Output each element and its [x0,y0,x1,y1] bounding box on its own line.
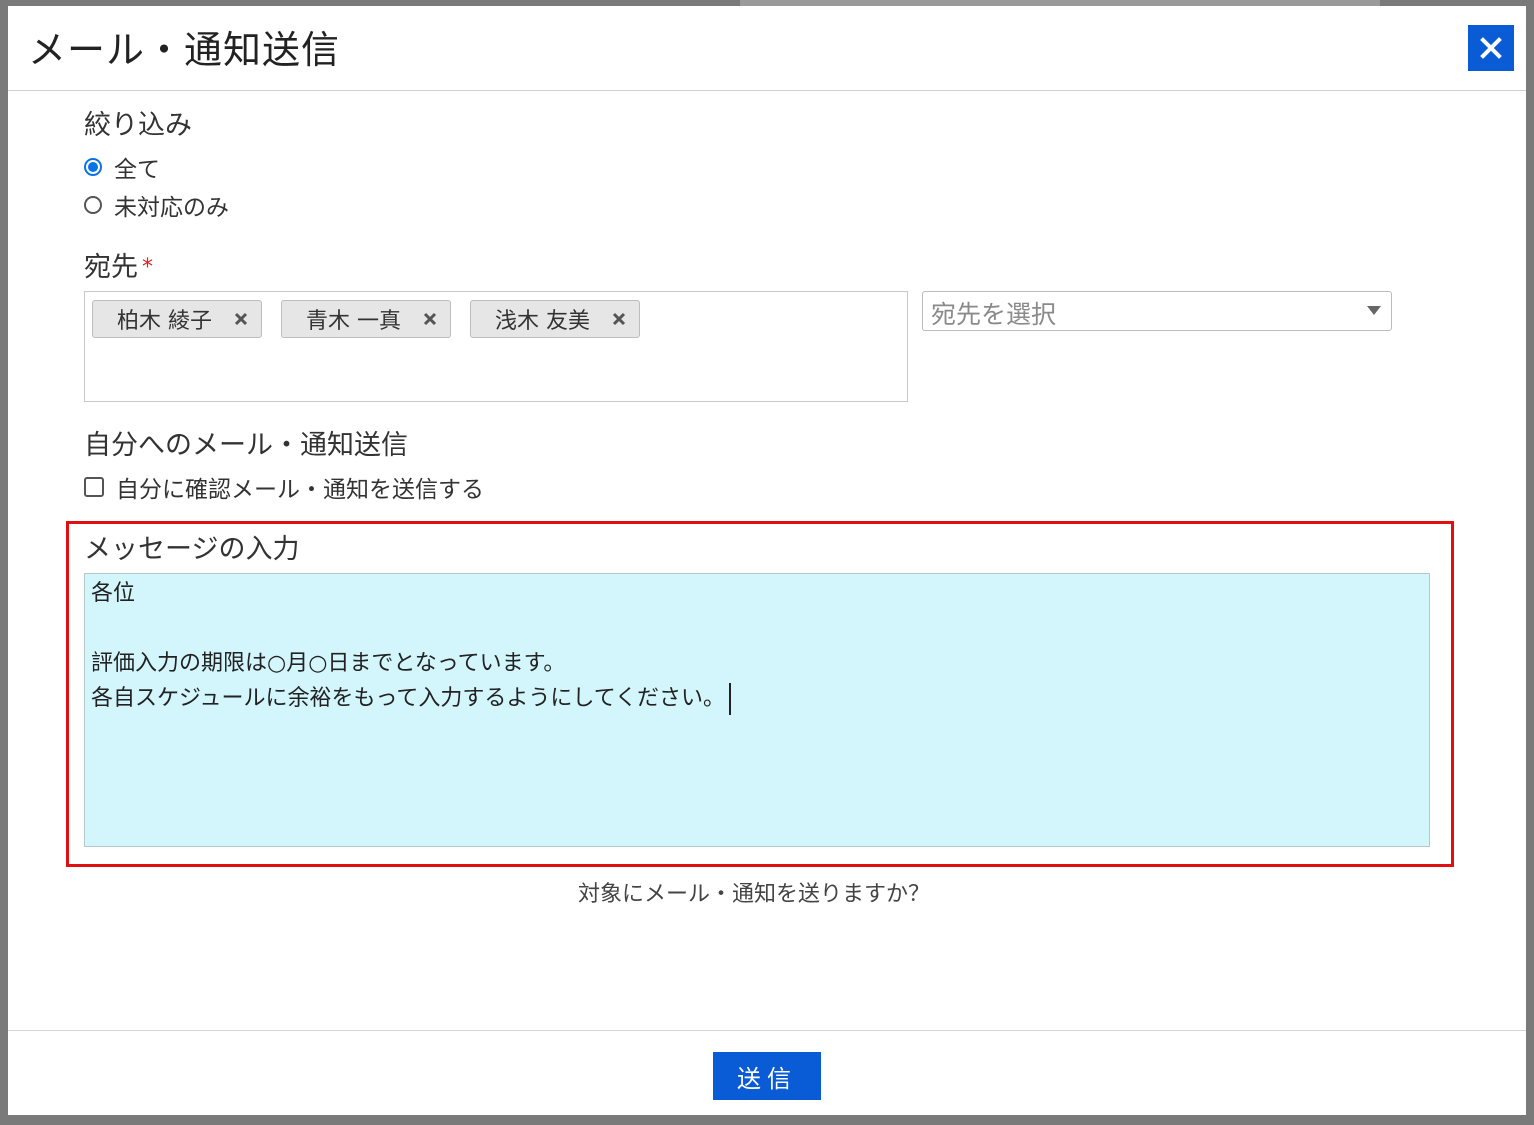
recipient-chip-label: 柏木 綾子 [117,309,212,334]
recipient-chip-label: 青木 一真 [306,309,401,334]
recipient-chip: 青木 一真 [281,300,451,338]
recipient-chip: 浅木 友美 [470,300,640,338]
close-icon [1480,37,1502,59]
radio-all[interactable] [84,158,102,176]
filter-option-unhandled[interactable]: 未対応のみ [84,190,229,221]
chevron-down-icon [1367,306,1381,315]
send-button[interactable]: 送信 [713,1052,821,1100]
message-textarea[interactable]: 各位 評価入力の期限は○月○日までとなっています。 各自スケジュールに余裕をもっ… [84,573,1430,847]
recipient-chip: 柏木 綾子 [92,300,262,338]
modal-title: メール・通知送信 [28,28,341,72]
self-notify-option[interactable]: 自分に確認メール・通知を送信する [84,472,484,503]
chip-remove-icon[interactable] [609,309,629,329]
required-mark: * [142,255,153,280]
self-notify-checkbox-label: 自分に確認メール・通知を送信する [116,477,484,503]
text-caret [729,683,732,715]
modal-footer: 送信 [8,1030,1526,1115]
filter-option-all[interactable]: 全て [84,152,160,183]
self-notify-checkbox[interactable] [84,477,104,497]
recipient-select-placeholder: 宛先を選択 [931,300,1057,329]
radio-unhandled[interactable] [84,196,102,214]
recipients-label-text: 宛先 [84,252,138,283]
message-text: 各位 評価入力の期限は○月○日までとなっています。 各自スケジュールに余裕をもっ… [91,581,726,711]
recipient-chip-label: 浅木 友美 [495,309,590,334]
self-notify-label: 自分へのメール・通知送信 [84,430,408,461]
confirm-text: 対象にメール・通知を送りますか？ [577,882,930,907]
filter-option-all-label: 全て [114,157,160,183]
recipient-select[interactable]: 宛先を選択 [922,291,1392,331]
chip-remove-icon[interactable] [420,309,440,329]
recipients-label: 宛先 * [84,251,153,285]
filter-option-unhandled-label: 未対応のみ [114,195,229,221]
filter-label: 絞り込み [84,110,192,141]
close-button[interactable] [1468,25,1514,71]
message-label: メッセージの入力 [84,534,300,565]
modal-header: メール・通知送信 [8,6,1526,91]
send-notification-modal: メール・通知送信 絞り込み 全て 未対応のみ 宛先* 柏木 綾子 青木 一真 [8,6,1526,1115]
recipient-chips-box[interactable]: 柏木 綾子 青木 一真 浅木 友美 [84,291,908,402]
chip-remove-icon[interactable] [231,309,251,329]
